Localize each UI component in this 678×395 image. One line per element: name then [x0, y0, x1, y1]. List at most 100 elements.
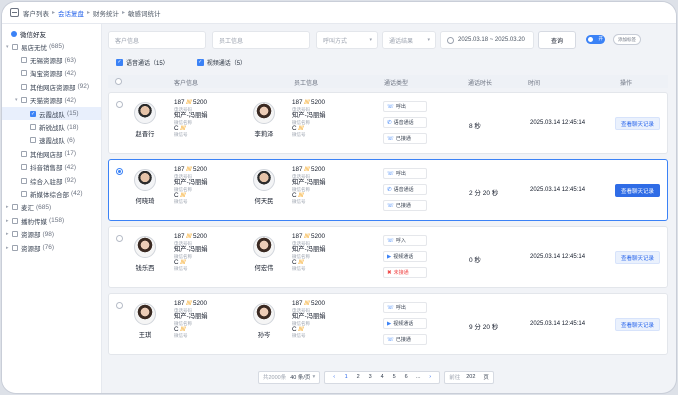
sidebar-item[interactable]: ▾ 易店无忧 (685) [2, 40, 101, 53]
table-row[interactable]: 王琪 187 //// 5200 电话号码 知产-冯丽娟 微信名称 C ////微信号 孙岑… [108, 293, 668, 355]
sidebar-item[interactable]: ▸ 资源部 (98) [2, 227, 101, 240]
sidebar-item[interactable]: 速霞战队 (6) [2, 134, 101, 147]
sidebar-item[interactable]: 淘宝资源部 (42) [2, 67, 101, 80]
table-row[interactable]: 赵晋行 187 //// 5200 电话号码 知产-冯丽娟 微信名称 C ////微信号李… [108, 92, 668, 154]
sidebar-item[interactable]: 无锡资源部 (63) [2, 53, 101, 66]
sidebar-checkbox[interactable] [21, 190, 27, 197]
header-employee: 员工信息 [294, 81, 319, 87]
sidebar-checkbox[interactable] [21, 150, 27, 157]
call-type-icon: ✆ [387, 119, 392, 126]
voice-call-checkbox[interactable]: ✓ 语音通话（15） [116, 58, 169, 67]
sidebar-item[interactable]: 综合入驻部 (92) [2, 174, 101, 187]
view-chat-button[interactable]: 查看聊天记录 [615, 117, 660, 130]
sidebar-checkbox[interactable] [12, 231, 18, 238]
sidebar-item-count: (98) [42, 230, 55, 238]
page-size-select[interactable]: 40 条/页 [290, 373, 310, 381]
sidebar-checkbox[interactable] [30, 137, 36, 144]
sidebar-item[interactable]: ▸ 麦汇 (685) [2, 201, 101, 214]
row-radio[interactable] [116, 302, 123, 309]
employee-wechat-id-note: 微信号 [292, 266, 306, 272]
goto-page-input[interactable]: 202 [466, 374, 475, 380]
customer-wechat-id: C [174, 191, 179, 199]
call-type-tag: ✆ 语音通话 [383, 184, 427, 195]
sidebar-item-count: (18) [67, 123, 79, 131]
customer-info-input[interactable]: 客户信息 [108, 31, 206, 49]
page-number-button[interactable]: 3 [364, 374, 376, 380]
table-row[interactable]: 何晓琦 187 //// 5200 电话号码 知产-冯丽娟 微信名称 C ////微信号何… [108, 159, 668, 221]
sidebar-item[interactable]: 新锐战队 (18) [2, 120, 101, 133]
page-number-button[interactable]: 4 [376, 374, 388, 380]
sidebar-checkbox[interactable] [21, 164, 27, 171]
header-time: 时间 [528, 81, 541, 87]
sidebar-item[interactable]: 云霞战队(15) [2, 106, 101, 121]
table-row[interactable]: 钱乐西 187 //// 5200 电话号码 知产-冯丽娟 微信名称 C ////微信号何… [108, 226, 668, 288]
sidebar-item[interactable]: 新媒体综合部 (42) [2, 187, 101, 200]
sidebar-checkbox[interactable] [12, 43, 18, 50]
sidebar-checkbox[interactable] [12, 217, 18, 224]
sidebar-checkbox[interactable] [21, 57, 27, 64]
employee-wechat-id: C [292, 325, 297, 333]
page-unit-label: 页 [483, 375, 489, 381]
chevron-down-icon[interactable]: ▾ [15, 97, 20, 103]
page-number-button[interactable]: 1 [340, 374, 352, 380]
sidebar-checkbox[interactable] [21, 177, 27, 184]
sidebar-checkbox[interactable] [30, 110, 36, 117]
tab-session-review[interactable]: 会话复盘 [58, 8, 84, 18]
sidebar-checkbox[interactable] [21, 83, 27, 90]
wechat-icon [11, 31, 17, 37]
sidebar-header: 微信好友 [2, 28, 101, 40]
page-number-button[interactable]: ... [412, 374, 424, 380]
sidebar-item[interactable]: ▾ 天猫资源部 (42) [2, 94, 101, 107]
date-range-picker[interactable]: 2025.03.18 ~ 2025.03.20 [440, 31, 534, 49]
call-type-select[interactable]: 呼叫方式 ▾ [316, 31, 378, 49]
employee-info-input[interactable]: 员工信息 [212, 31, 310, 49]
add-tag-button[interactable]: 添加标签 [613, 34, 641, 45]
page-number-button[interactable]: 5 [388, 374, 400, 380]
chevron-down-icon[interactable]: ▾ [6, 44, 11, 50]
chevron-down-icon[interactable]: ▸ [6, 231, 11, 237]
call-time: 2025.03.14 12:45:14 [530, 120, 586, 126]
toggle-switch[interactable]: 开 [586, 35, 605, 44]
view-chat-button[interactable]: 查看聊天记录 [615, 318, 660, 331]
sidebar-item[interactable]: 其他网店资源部 (92) [2, 80, 101, 93]
video-call-checkbox[interactable]: ✓ 视频通话（5） [196, 58, 246, 67]
view-chat-button[interactable]: 查看聊天记录 [615, 251, 660, 264]
next-page-button[interactable]: › [424, 374, 436, 380]
sidebar-item[interactable]: ▸ 播豹传媒 (158) [2, 214, 101, 227]
sidebar-item-label: 抖音销售部 [30, 165, 63, 173]
chevron-down-icon[interactable]: ▸ [6, 245, 11, 251]
sidebar-checkbox[interactable] [12, 204, 18, 211]
view-chat-button[interactable]: 查看聊天记录 [615, 184, 660, 197]
chevron-down-icon: ▾ [312, 374, 316, 380]
select-all-radio[interactable] [115, 78, 122, 85]
page-number-button[interactable]: 6 [400, 374, 412, 380]
page-number-button[interactable]: 2 [352, 374, 364, 380]
employee-phone-mask: //// [304, 300, 310, 307]
tab-finance-stats[interactable]: 财务统计 [93, 8, 119, 18]
search-button[interactable]: 查询 [538, 31, 576, 49]
sidebar-item[interactable]: 抖音销售部 (42) [2, 161, 101, 174]
sidebar-checkbox[interactable] [12, 244, 18, 251]
tab-customer-list[interactable]: 客户列表 [23, 8, 49, 18]
prev-page-button[interactable]: ‹ [328, 374, 340, 380]
call-type-icon: ☏ [387, 237, 394, 244]
sidebar-checkbox[interactable] [30, 124, 36, 131]
call-result-select[interactable]: 通话结果 ▾ [382, 31, 436, 49]
sidebar-item-label: 资源部 [21, 245, 41, 253]
employee-phone-mask: //// [304, 166, 310, 173]
call-type-tag: ☏ 呼入 [383, 235, 427, 246]
sidebar-item[interactable]: 其他网店部 (17) [2, 147, 101, 160]
sidebar-checkbox[interactable] [21, 97, 27, 104]
chevron-down-icon[interactable]: ▸ [6, 218, 11, 224]
chevron-down-icon[interactable]: ▸ [6, 204, 11, 210]
sidebar-checkbox[interactable] [21, 70, 27, 77]
row-radio[interactable] [116, 168, 123, 175]
sidebar-item-label: 云霞战队 [39, 111, 65, 119]
tab-sensitive-word-stats[interactable]: 敏感词统计 [128, 8, 161, 18]
goto-label: 前往 [449, 375, 461, 381]
employee-phone-prefix: 187 [292, 99, 303, 106]
menu-icon[interactable] [10, 8, 19, 17]
row-radio[interactable] [116, 101, 123, 108]
sidebar-item[interactable]: ▸ 资源部 (76) [2, 241, 101, 254]
row-radio[interactable] [116, 235, 123, 242]
